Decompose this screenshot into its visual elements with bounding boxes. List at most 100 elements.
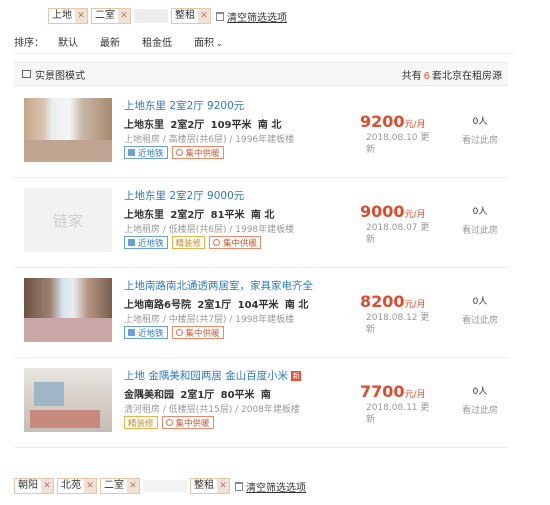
listing-layout: 2室2厅: [170, 210, 205, 221]
filter-tag-label: 上地: [52, 10, 72, 21]
listing-photo[interactable]: [24, 98, 112, 162]
listing-orientation: 南: [260, 390, 271, 401]
badge-central-heating: 集中供暖: [171, 326, 224, 339]
listing-card[interactable]: 上地南路南北通透两居室，家具家电齐全 上地南路6号院 2室1厅 104平米 南 …: [14, 272, 508, 358]
chevron-down-icon: ⌄: [216, 39, 223, 48]
badge-central-heating: 集中供暖: [161, 416, 214, 429]
price-unit: 元/月: [404, 300, 426, 310]
remove-tag-icon[interactable]: ✕: [84, 479, 96, 493]
views-label: 看过此房: [461, 136, 498, 146]
listing-badges: 精装修 集中供暖: [124, 416, 218, 429]
listing-area: 104平米: [237, 300, 279, 311]
views-count: 0人: [472, 117, 488, 127]
count-suffix: 套北京在租房源: [432, 70, 502, 82]
price-value: 9000: [360, 202, 405, 221]
heating-icon: [165, 419, 173, 426]
filter-tag-two-rooms[interactable]: 二室 ✕: [100, 478, 140, 494]
new-listing-icon: 新: [291, 371, 302, 381]
sort-option-price-low[interactable]: 租金低: [142, 30, 172, 53]
listing-title[interactable]: 上地南路南北通透两居室，家具家电齐全: [124, 278, 313, 293]
listing-meta: 上地租房 / 中楼层(共7层) / 1998年建板楼: [124, 315, 295, 325]
listing-info: 金隅美和园 2室1厅 80平米 南: [124, 386, 271, 401]
listing-meta: 上地租房 / 低楼层(共6层) / 1998年建板楼: [124, 225, 295, 235]
clear-filters-label: 清空筛选选项: [227, 12, 287, 24]
listing-title[interactable]: 上地东里 2室2厅 9200元: [124, 98, 244, 113]
listing-update-date: 2018.08.10 更新: [366, 133, 430, 155]
badge-near-metro: 近地铁: [124, 236, 168, 249]
listing-views: 0人 看过此房: [460, 114, 500, 146]
remove-tag-icon[interactable]: ✕: [75, 9, 87, 23]
clear-filters-link[interactable]: 清空筛选选项: [216, 9, 287, 24]
remove-tag-icon[interactable]: ✕: [217, 479, 229, 493]
listing-info: 上地东里 2室2厅 109平米 南 北: [124, 116, 281, 131]
listing-card[interactable]: 链家 上地东里 2室2厅 9000元 上地东里 2室2厅 81平米 南 北 上地…: [14, 182, 508, 268]
badge-label: 近地铁: [138, 328, 164, 339]
sort-option-default[interactable]: 默认: [58, 30, 78, 53]
image-icon: [22, 70, 31, 78]
listing-community[interactable]: 上地东里: [124, 120, 164, 131]
views-label: 看过此房: [461, 226, 498, 236]
listing-views: 0人 看过此房: [460, 384, 500, 416]
photo-mode-toggle[interactable]: 实景图模式: [22, 67, 85, 82]
results-count: 共有 6 套北京在租房源: [402, 67, 502, 82]
filter-tag-beiyuan[interactable]: 北苑 ✕: [57, 478, 97, 494]
trash-icon: [216, 11, 224, 21]
listing-card[interactable]: 上地 金隅美和园两居 金山百度小米新 金隅美和园 2室1厅 80平米 南 清河租…: [14, 362, 508, 448]
listing-area: 80平米: [220, 390, 255, 401]
sort-option-area[interactable]: 面积 ⌄: [194, 30, 223, 53]
clear-filters-link[interactable]: 清空筛选选项: [235, 479, 306, 494]
listing-info: 上地南路6号院 2室1厅 104平米 南 北: [124, 296, 308, 311]
listing-info: 上地东里 2室2厅 81平米 南 北: [124, 206, 274, 221]
listing-area: 81平米: [210, 210, 245, 221]
listing-layout: 2室2厅: [170, 120, 205, 131]
badge-fine-decoration: 精装修: [171, 236, 206, 249]
views-label: 看过此房: [461, 316, 498, 326]
listing-photo[interactable]: [24, 278, 112, 342]
listing-title-text: 上地 金隅美和园两居 金山百度小米: [124, 370, 289, 382]
metro-icon: [128, 239, 135, 246]
price-unit: 元/月: [404, 210, 426, 220]
heating-icon: [213, 239, 221, 246]
count-prefix: 共有: [401, 70, 422, 82]
listing-orientation: 南 北: [284, 300, 309, 311]
badge-label: 精装修: [175, 238, 202, 249]
filter-tag-chaoyang[interactable]: 朝阳 ✕: [14, 478, 54, 494]
badge-central-heating: 集中供暖: [171, 146, 224, 159]
badge-fine-decoration: 精装修: [124, 416, 158, 429]
filter-tag-label: 二室: [104, 480, 124, 491]
listing-photo[interactable]: [24, 368, 112, 432]
listing-title[interactable]: 上地 金隅美和园两居 金山百度小米新: [124, 368, 302, 383]
price-unit: 元/月: [404, 390, 426, 400]
remove-tag-icon[interactable]: ✕: [41, 479, 53, 493]
listing-update-date: 2018.08.12 更新: [366, 313, 430, 335]
badge-label: 集中供暖: [223, 238, 258, 249]
results-summary: 实景图模式 共有 6 套北京在租房源: [14, 62, 508, 86]
filter-tag-blurred[interactable]: [134, 9, 168, 23]
metro-icon: [128, 149, 135, 156]
listing-community[interactable]: 上地南路6号院: [124, 300, 191, 311]
views-label: 看过此房: [461, 406, 498, 416]
sort-label: 排序：: [14, 38, 44, 49]
sort-option-newest[interactable]: 最新: [100, 30, 120, 53]
listing-title[interactable]: 上地东里 2室2厅 9000元: [124, 188, 244, 203]
filter-tag-whole-rent[interactable]: 整租 ✕: [190, 478, 230, 494]
listing-update-date: 2018.08.11 更新: [366, 403, 430, 425]
filter-tag-blurred[interactable]: [143, 480, 187, 492]
filter-tag-label: 朝阳: [18, 480, 38, 491]
filter-tag-whole-rent[interactable]: 整租 ✕: [171, 8, 211, 24]
listing-orientation: 南 北: [257, 120, 282, 131]
listing-meta: 上地租房 / 高楼层(共6层) / 1996年建板楼: [124, 135, 295, 145]
remove-tag-icon[interactable]: ✕: [198, 9, 210, 23]
filter-tag-two-rooms[interactable]: 二室 ✕: [91, 8, 131, 24]
remove-tag-icon[interactable]: ✕: [127, 479, 139, 493]
filter-tag-label: 二室: [95, 10, 115, 21]
listing-community[interactable]: 上地东里: [124, 210, 164, 221]
listing-card[interactable]: 上地东里 2室2厅 9200元 上地东里 2室2厅 109平米 南 北 上地租房…: [14, 92, 508, 178]
listing-photo-placeholder[interactable]: 链家: [24, 188, 112, 252]
remove-tag-icon[interactable]: ✕: [118, 9, 130, 23]
heating-icon: [175, 149, 183, 156]
listing-community[interactable]: 金隅美和园: [124, 390, 174, 401]
badge-label: 精装修: [128, 418, 154, 429]
filter-tag-shangdi[interactable]: 上地 ✕: [48, 8, 88, 24]
price-unit: 元/月: [404, 120, 426, 130]
